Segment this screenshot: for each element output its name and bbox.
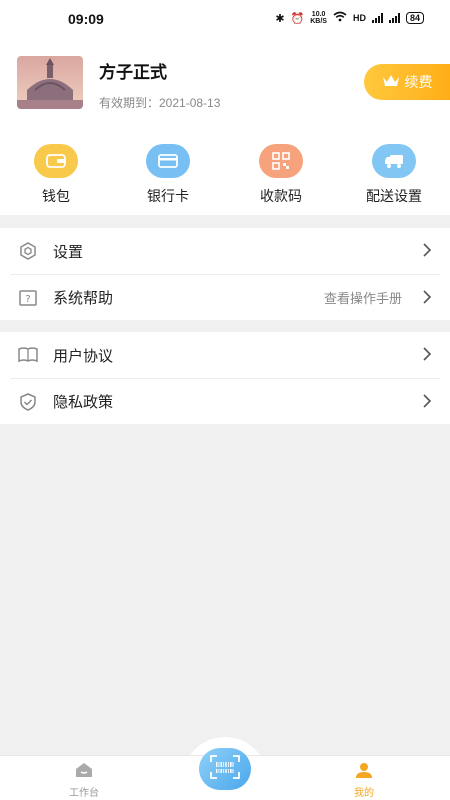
quick-action-delivery[interactable]: 配送设置	[354, 144, 434, 206]
quick-action-label: 收款码	[260, 188, 302, 204]
renew-label: 续费	[404, 74, 433, 90]
menu-item-label: 系统帮助	[53, 290, 114, 307]
menu-group-legal: 用户协议 隐私政策	[0, 332, 450, 424]
renew-button[interactable]: 续费	[364, 64, 450, 100]
menu-item-label: 隐私政策	[53, 394, 114, 411]
user-name: 方子正式	[99, 63, 167, 82]
tab-label: 工作台	[69, 788, 99, 799]
menu-item-label: 用户协议	[53, 347, 114, 365]
expiry-date: 有效期到：2021-08-13	[99, 96, 221, 110]
chevron-right-icon	[422, 243, 432, 262]
tab-label: 我的	[354, 788, 374, 799]
network-type: HD	[352, 13, 366, 23]
quick-action-qr-code[interactable]: 收款码	[241, 144, 321, 206]
menu-item-settings[interactable]: 设置	[10, 228, 440, 274]
bluetooth-icon: ✱	[275, 12, 285, 25]
quick-action-label: 钱包	[42, 188, 70, 204]
net-speed: 10.0 KB/S	[310, 11, 327, 25]
user-icon	[334, 762, 394, 781]
quick-action-bank-card[interactable]: 银行卡	[128, 144, 208, 206]
quick-action-label: 银行卡	[147, 188, 189, 204]
wallet-icon	[34, 144, 78, 178]
tab-workbench[interactable]: 工作台	[54, 762, 114, 799]
svg-text:?: ?	[25, 294, 30, 305]
menu-item-user-agreement[interactable]: 用户协议	[10, 332, 440, 378]
delivery-truck-icon	[372, 144, 416, 178]
status-time: 09:09	[68, 11, 104, 27]
menu-item-label: 设置	[53, 243, 84, 261]
status-bar: 09:09 ✱ ⏰ 10.0 KB/S HD 84	[0, 0, 450, 40]
scan-icon	[209, 754, 241, 785]
menu-item-privacy-policy[interactable]: 隐私政策	[10, 378, 440, 424]
shield-check-icon	[17, 391, 39, 413]
chevron-right-icon	[422, 290, 432, 309]
help-question-icon: ?	[17, 287, 39, 309]
status-icons: ✱ ⏰ 10.0 KB/S HD 84	[275, 11, 424, 25]
qr-code-icon	[259, 144, 303, 178]
home-icon	[54, 762, 114, 781]
signal-2-icon	[388, 13, 400, 23]
chevron-right-icon	[422, 347, 432, 366]
profile-section: 方子正式 有效期到：2021-08-13 续费 钱包 银行卡 收款码 配送设置	[0, 40, 450, 215]
wifi-icon	[333, 11, 347, 25]
quick-action-label: 配送设置	[366, 188, 422, 204]
net-speed-unit: KB/S	[310, 18, 327, 25]
menu-item-help[interactable]: ? 系统帮助 查看操作手册	[10, 274, 440, 320]
tab-mine[interactable]: 我的	[334, 762, 394, 799]
battery-indicator: 84	[405, 12, 424, 24]
quick-action-wallet[interactable]: 钱包	[16, 144, 96, 206]
chevron-right-icon	[422, 394, 432, 413]
crown-icon	[382, 74, 400, 91]
book-icon	[17, 344, 39, 366]
help-manual-hint: 查看操作手册	[323, 291, 402, 306]
signal-1-icon	[371, 13, 383, 23]
hexagon-settings-icon	[17, 240, 39, 262]
alarm-icon: ⏰	[290, 12, 305, 25]
bank-card-icon	[146, 144, 190, 178]
menu-group-general: 设置 ? 系统帮助 查看操作手册	[0, 228, 450, 320]
net-speed-value: 10.0	[311, 11, 326, 18]
avatar[interactable]	[17, 56, 83, 109]
scan-button[interactable]	[199, 748, 251, 790]
